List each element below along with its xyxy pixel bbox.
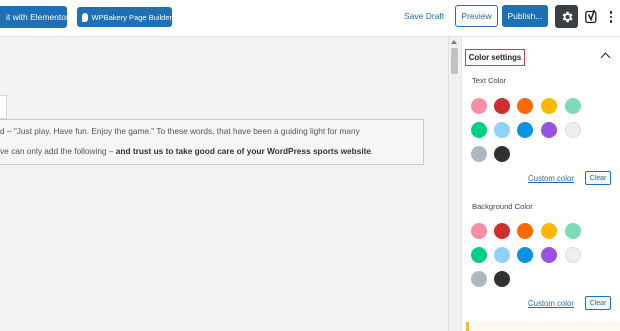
preview-label: Preview [461, 11, 492, 21]
preview-button[interactable]: Preview [455, 5, 498, 27]
edit-with-elementor-label: it with Elementor [6, 12, 67, 22]
text-color-swatch[interactable] [494, 122, 510, 138]
text-custom-color-link[interactable]: Custom color [528, 174, 574, 183]
yoast-seo-button[interactable] [584, 8, 598, 25]
color-settings-panel-toggle[interactable]: Color settings [465, 49, 525, 66]
scroll-up-arrow-icon[interactable] [451, 40, 457, 44]
editor-canvas: d – "Just play. Have fun. Enjoy the game… [0, 37, 448, 331]
text-color-clear-button[interactable]: Clear [585, 171, 611, 185]
editor-scrollbar[interactable] [448, 37, 461, 331]
background-color-swatch[interactable] [541, 247, 557, 263]
color-settings-title: Color settings [468, 53, 522, 62]
paragraph-line-1: d – "Just play. Have fun. Enjoy the game… [0, 126, 360, 136]
text-color-swatch[interactable] [494, 146, 510, 162]
yoast-icon [584, 9, 596, 23]
block-toolbar-edge [0, 95, 7, 119]
text-color-swatch[interactable] [471, 122, 487, 138]
background-color-swatch[interactable] [517, 223, 533, 239]
background-custom-color-link[interactable]: Custom color [528, 299, 574, 308]
wpbakery-page-builder-button[interactable]: WPBakery Page Builder [77, 7, 172, 27]
text-color-swatch[interactable] [494, 98, 510, 114]
notice-box [466, 322, 620, 331]
background-color-swatch[interactable] [471, 247, 487, 263]
background-color-swatch[interactable] [494, 247, 510, 263]
gear-icon [562, 11, 573, 22]
scrollbar-thumb[interactable] [451, 48, 458, 74]
background-color-swatch[interactable] [517, 247, 533, 263]
text-color-label: Text Color [472, 76, 507, 85]
paragraph-block[interactable]: d – "Just play. Have fun. Enjoy the game… [0, 119, 424, 165]
editor-toolbar: it with Elementor WPBakery Page Builder … [0, 0, 620, 37]
text-color-swatch[interactable] [471, 98, 487, 114]
more-options-button[interactable] [606, 6, 616, 28]
text-color-clear-label: Clear [589, 174, 607, 182]
background-color-label: Background Color [472, 202, 533, 211]
paragraph-line-2-suffix: . [371, 146, 374, 156]
background-color-swatch[interactable] [565, 223, 581, 239]
background-color-swatch[interactable] [494, 223, 510, 239]
background-color-clear-button[interactable]: Clear [585, 296, 611, 310]
settings-button[interactable] [555, 5, 578, 28]
text-color-swatch[interactable] [565, 122, 581, 138]
save-draft-button[interactable]: Save Draft [404, 11, 444, 21]
text-color-swatch[interactable] [517, 98, 533, 114]
background-color-swatch[interactable] [494, 271, 510, 287]
wpbakery-label: WPBakery Page Builder [91, 12, 172, 22]
background-color-swatch[interactable] [471, 223, 487, 239]
paragraph-line-2: ve can only add the following – and trus… [0, 141, 423, 161]
paragraph-line-2-prefix: ve can only add the following – [0, 146, 116, 156]
publish-label: Publish... [507, 11, 543, 21]
edit-with-elementor-button[interactable]: it with Elementor [0, 6, 67, 28]
wpbakery-logo-icon [82, 12, 88, 22]
background-color-clear-label: Clear [589, 299, 607, 307]
more-vertical-icon [609, 11, 613, 14]
paragraph-bold-text: and trust us to take good care of your W… [115, 146, 372, 156]
text-color-swatch[interactable] [517, 122, 533, 138]
background-color-swatch[interactable] [471, 271, 487, 287]
background-color-swatch[interactable] [565, 247, 581, 263]
text-color-swatch[interactable] [541, 98, 557, 114]
background-color-swatch[interactable] [541, 223, 557, 239]
publish-button[interactable]: Publish... [502, 5, 548, 27]
text-color-swatch[interactable] [471, 146, 487, 162]
text-color-swatch[interactable] [541, 122, 557, 138]
text-color-swatch[interactable] [565, 98, 581, 114]
